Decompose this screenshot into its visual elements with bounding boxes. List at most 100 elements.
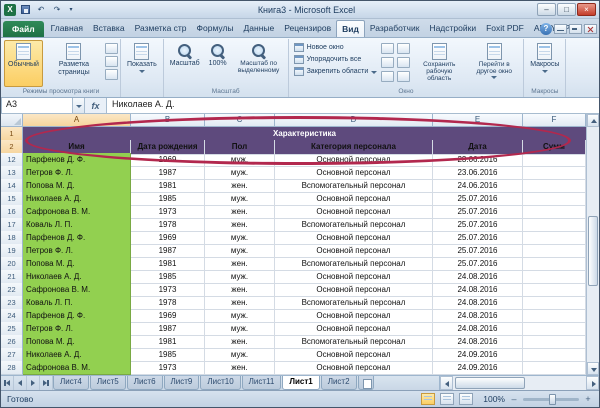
cell-A27[interactable]: Николаев А. Д.: [23, 348, 131, 362]
cell-B13[interactable]: 1987: [131, 166, 205, 180]
cell-E24[interactable]: 24.08.2016: [433, 309, 523, 323]
cell-D25[interactable]: Основной персонал: [275, 322, 433, 336]
column-header-E[interactable]: E: [433, 114, 523, 126]
name-box-dropdown-icon[interactable]: [73, 98, 85, 113]
cell-B17[interactable]: 1978: [131, 218, 205, 232]
cell-D12[interactable]: Основной персонал: [275, 153, 433, 167]
scroll-up-icon[interactable]: [587, 114, 599, 127]
status-page-layout-icon[interactable]: [440, 393, 454, 405]
freeze-panes-button[interactable]: Закрепить области: [291, 66, 381, 77]
cell-B23[interactable]: 1978: [131, 296, 205, 310]
cell-A24[interactable]: Парфенов Д. Ф.: [23, 309, 131, 323]
zoom-slider[interactable]: [523, 398, 579, 401]
arrange-all-button[interactable]: Упорядочить все: [291, 54, 381, 65]
status-page-break-icon[interactable]: [459, 393, 473, 405]
zoom-level[interactable]: 100%: [483, 394, 505, 404]
cell-E21[interactable]: 24.08.2016: [433, 270, 523, 284]
cell-D21[interactable]: Основной персонал: [275, 270, 433, 284]
row-header-28[interactable]: 28: [1, 361, 23, 375]
cell-D15[interactable]: Основной персонал: [275, 192, 433, 206]
column-header-F[interactable]: F: [523, 114, 586, 126]
row-header-27[interactable]: 27: [1, 348, 23, 362]
workbook-restore-icon[interactable]: [569, 24, 582, 34]
cell-F24[interactable]: [523, 309, 586, 323]
cell-C20[interactable]: жен.: [205, 257, 275, 271]
cell-C16[interactable]: жен.: [205, 205, 275, 219]
switch-windows-button[interactable]: Перейти в другое окно: [467, 40, 521, 87]
reset-window-position-icon[interactable]: [397, 71, 410, 82]
cell-D22[interactable]: Основной персонал: [275, 283, 433, 297]
name-box[interactable]: A3: [1, 98, 73, 113]
cell-A21[interactable]: Николаев А. Д.: [23, 270, 131, 284]
zoom-out-icon[interactable]: –: [509, 394, 519, 404]
cell-E22[interactable]: 24.08.2016: [433, 283, 523, 297]
row-header-12[interactable]: 12: [1, 153, 23, 167]
column-header-C[interactable]: C: [205, 114, 275, 126]
cell-D28[interactable]: Основной персонал: [275, 361, 433, 375]
cell-A19[interactable]: Петров Ф. Л.: [23, 244, 131, 258]
cell-C24[interactable]: муж.: [205, 309, 275, 323]
column-header-A[interactable]: A: [23, 114, 131, 126]
cell-A26[interactable]: Попова М. Д.: [23, 335, 131, 349]
save-workspace-button[interactable]: Сохранить рабочую область: [412, 40, 466, 87]
cell-F26[interactable]: [523, 335, 586, 349]
cell-E14[interactable]: 24.06.2016: [433, 179, 523, 193]
cell-A25[interactable]: Петров Ф. Л.: [23, 322, 131, 336]
cell-D24[interactable]: Основной персонал: [275, 309, 433, 323]
cell-F28[interactable]: [523, 361, 586, 375]
sheet-tab-2[interactable]: Лист6: [127, 376, 163, 390]
ribbon-tab-7[interactable]: Разработчик: [365, 20, 425, 37]
cell-A13[interactable]: Петров Ф. Л.: [23, 166, 131, 180]
sheet-tab-5[interactable]: Лист11: [242, 376, 282, 390]
prev-sheet-button[interactable]: [14, 376, 27, 390]
cell-E25[interactable]: 24.08.2016: [433, 322, 523, 336]
cell-C19[interactable]: муж.: [205, 244, 275, 258]
insert-function-button[interactable]: fx: [85, 98, 107, 113]
cell-A16[interactable]: Сафронова В. М.: [23, 205, 131, 219]
cell-A12[interactable]: Парфенов Д. Ф.: [23, 153, 131, 167]
undo-button[interactable]: ↶: [34, 3, 48, 16]
cell-B27[interactable]: 1985: [131, 348, 205, 362]
hide-window-icon[interactable]: [381, 57, 394, 68]
horizontal-scroll-thumb[interactable]: [455, 377, 525, 389]
page-break-preview-icon[interactable]: [105, 43, 118, 54]
column-header-D[interactable]: D: [275, 114, 433, 126]
cell-F25[interactable]: [523, 322, 586, 336]
cell-D23[interactable]: Вспомогательный персонал: [275, 296, 433, 310]
ribbon-tab-2[interactable]: Разметка стр: [130, 20, 192, 37]
cell-B12[interactable]: 1969: [131, 153, 205, 167]
zoom-100-button[interactable]: 100%: [205, 40, 231, 87]
row-header-17[interactable]: 17: [1, 218, 23, 232]
vertical-scrollbar[interactable]: [586, 114, 599, 375]
cell-C28[interactable]: жен.: [205, 361, 275, 375]
redo-button[interactable]: ↷: [50, 3, 64, 16]
scroll-right-icon[interactable]: [586, 376, 599, 390]
cell-C27[interactable]: муж.: [205, 348, 275, 362]
horizontal-scrollbar[interactable]: [439, 376, 599, 390]
ribbon-tab-0[interactable]: Главная: [46, 20, 88, 37]
cell-F16[interactable]: [523, 205, 586, 219]
cell-E27[interactable]: 24.09.2016: [433, 348, 523, 362]
cell-E28[interactable]: 24.09.2016: [433, 361, 523, 375]
cell-C17[interactable]: жен.: [205, 218, 275, 232]
cell-F20[interactable]: [523, 257, 586, 271]
cell-F27[interactable]: [523, 348, 586, 362]
ribbon-tab-5[interactable]: Рецензиров: [279, 20, 336, 37]
horizontal-scroll-track[interactable]: [453, 376, 586, 390]
insert-worksheet-icon[interactable]: [358, 376, 374, 390]
cell-D16[interactable]: Основной персонал: [275, 205, 433, 219]
cell-A22[interactable]: Сафронова В. М.: [23, 283, 131, 297]
scroll-left-icon[interactable]: [440, 376, 453, 390]
maximize-button[interactable]: □: [557, 3, 576, 16]
cell-F22[interactable]: [523, 283, 586, 297]
next-sheet-button[interactable]: [27, 376, 40, 390]
cell-E12[interactable]: 23.06.2016: [433, 153, 523, 167]
cell-D17[interactable]: Вспомогательный персонал: [275, 218, 433, 232]
cell-D26[interactable]: Вспомогательный персонал: [275, 335, 433, 349]
ribbon-tab-3[interactable]: Формулы: [192, 20, 239, 37]
normal-view-button[interactable]: Обычный: [4, 40, 43, 87]
row-header-22[interactable]: 22: [1, 283, 23, 297]
sheet-tab-1[interactable]: Лист5: [90, 376, 126, 390]
cell-E13[interactable]: 23.06.2016: [433, 166, 523, 180]
full-screen-icon[interactable]: [105, 69, 118, 80]
